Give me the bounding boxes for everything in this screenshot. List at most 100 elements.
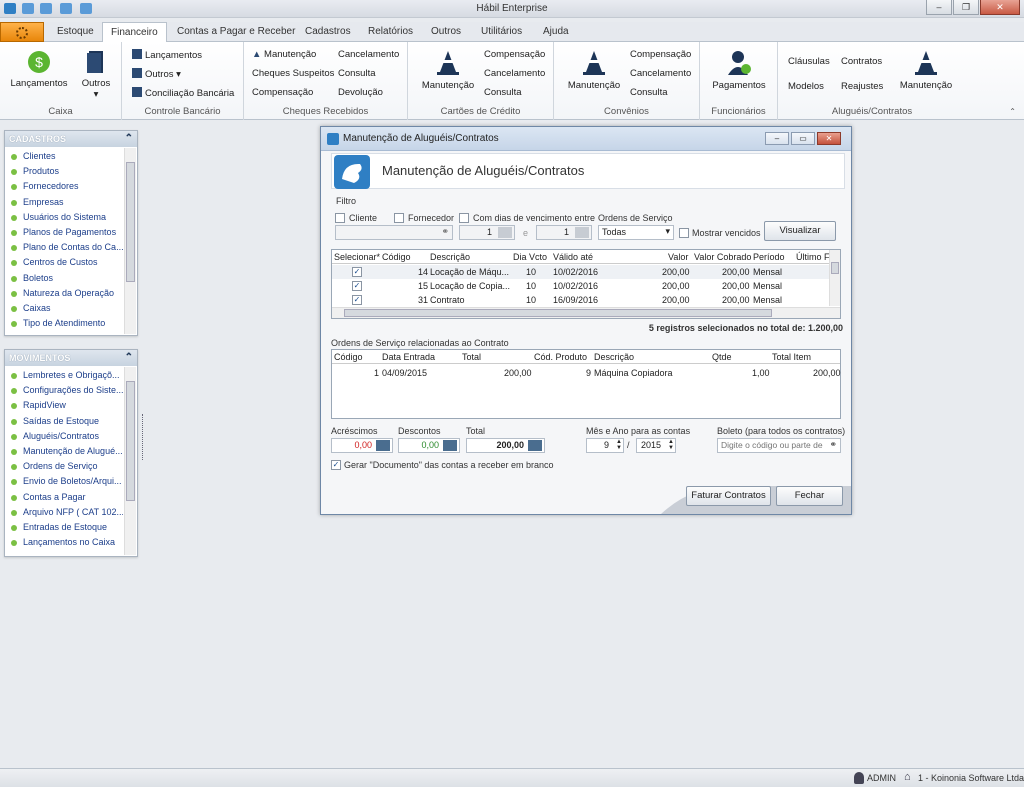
cheques-devolucao-button[interactable]: Devolução bbox=[338, 87, 383, 98]
list-item[interactable]: Lembretes e Obrigaçõ... bbox=[5, 368, 123, 383]
list-item[interactable]: Usuários do Sistema bbox=[5, 210, 123, 225]
tab-contas[interactable]: Contas a Pagar e Receber bbox=[174, 22, 298, 42]
column-header[interactable]: Qtde bbox=[712, 352, 732, 362]
conciliacao-bancaria-button[interactable]: Conciliação Bancária bbox=[132, 87, 234, 99]
cheques-compensacao-button[interactable]: Compensação bbox=[252, 87, 313, 98]
column-header[interactable]: Descrição bbox=[594, 352, 634, 362]
tab-utilitarios[interactable]: Utilitários bbox=[478, 22, 525, 42]
tab-ajuda[interactable]: Ajuda bbox=[540, 22, 572, 42]
list-item[interactable]: Envio de Boletos/Arqui... bbox=[5, 474, 123, 489]
column-header[interactable]: Código bbox=[334, 352, 363, 362]
column-header[interactable]: Valor bbox=[668, 252, 688, 262]
list-item[interactable]: Aluguéis/Contratos bbox=[5, 429, 123, 444]
list-item[interactable]: Natureza da Operação bbox=[5, 286, 123, 301]
tab-cadastros[interactable]: Cadastros bbox=[302, 22, 354, 42]
faturar-contratos-button[interactable]: Faturar Contratos bbox=[686, 486, 771, 506]
cliente-search-field[interactable]: ⚭ bbox=[335, 225, 453, 240]
visualizar-button[interactable]: Visualizar bbox=[764, 221, 836, 241]
cheques-manutencao-button[interactable]: ▲ Manutenção bbox=[252, 49, 316, 60]
column-header[interactable]: Cód. Produto bbox=[534, 352, 587, 362]
tab-outros[interactable]: Outros bbox=[428, 22, 464, 42]
ano-field[interactable]: 2015 ▲ ▼ bbox=[636, 438, 676, 453]
boleto-input[interactable] bbox=[721, 440, 823, 450]
tab-financeiro[interactable]: Financeiro bbox=[102, 22, 167, 43]
list-item[interactable]: Centros de Custos bbox=[5, 255, 123, 270]
list-item[interactable]: Ordens de Serviço bbox=[5, 459, 123, 474]
collapse-icon[interactable]: ⌃ bbox=[125, 131, 133, 147]
tab-estoque[interactable]: Estoque bbox=[54, 22, 97, 42]
list-item[interactable]: Configurações do Siste... bbox=[5, 383, 123, 398]
table-row[interactable]: 1 04/09/2015 200,00 9 Máquina Copiadora … bbox=[332, 366, 841, 380]
mes-field[interactable]: 9 ▲ ▼ bbox=[586, 438, 624, 453]
dia-de-field[interactable]: 1 bbox=[459, 225, 515, 240]
convenios-manutencao-button[interactable]: Manutenção bbox=[562, 50, 626, 91]
controle-outros-button[interactable]: Outros ▾ bbox=[132, 68, 181, 80]
cliente-checkbox[interactable] bbox=[335, 213, 345, 223]
dialog-close-button[interactable]: ✕ bbox=[817, 132, 841, 145]
contracts-hscroll[interactable] bbox=[332, 307, 840, 318]
caixa-lancamentos-button[interactable]: $ Lançamentos bbox=[8, 50, 70, 89]
application-menu-button[interactable] bbox=[0, 22, 44, 42]
com-dias-checkbox[interactable] bbox=[459, 213, 469, 223]
descontos-field[interactable]: 0,00 bbox=[398, 438, 460, 453]
dialog-minimize-button[interactable]: – bbox=[765, 132, 789, 145]
convenios-cancelamento-button[interactable]: Cancelamento bbox=[630, 68, 691, 79]
minimize-button[interactable]: – bbox=[926, 0, 952, 15]
column-header[interactable]: Descrição bbox=[430, 252, 470, 262]
movimentos-scrollbar[interactable] bbox=[124, 367, 136, 555]
list-item[interactable]: Entradas de Estoque bbox=[5, 520, 123, 535]
cheques-consulta-button[interactable]: Consulta bbox=[338, 68, 376, 79]
contracts-vscroll[interactable] bbox=[829, 250, 840, 306]
list-item[interactable]: Produtos bbox=[5, 164, 123, 179]
column-header[interactable]: Dia Vcto bbox=[513, 252, 547, 262]
tab-relatorios[interactable]: Relatórios bbox=[365, 22, 416, 42]
list-item[interactable]: Saídas de Estoque bbox=[5, 414, 123, 429]
fornecedor-checkbox[interactable] bbox=[394, 213, 404, 223]
close-button[interactable]: ✕ bbox=[980, 0, 1020, 15]
dia-ate-field[interactable]: 1 bbox=[536, 225, 592, 240]
calculator-icon[interactable] bbox=[528, 440, 542, 451]
column-header[interactable]: Período bbox=[753, 252, 785, 262]
list-item[interactable]: Arquivo NFP ( CAT 102... bbox=[5, 505, 123, 520]
column-header[interactable]: Data Entrada bbox=[382, 352, 435, 362]
cartoes-consulta-button[interactable]: Consulta bbox=[484, 87, 522, 98]
contratos-button[interactable]: Contratos bbox=[841, 56, 882, 67]
splitter-handle[interactable] bbox=[142, 414, 146, 460]
convenios-consulta-button[interactable]: Consulta bbox=[630, 87, 668, 98]
cheques-cancelamento-button[interactable]: Cancelamento bbox=[338, 49, 399, 60]
row-select-checkbox[interactable]: ✓ bbox=[352, 281, 362, 291]
column-header[interactable]: Selecionar* bbox=[334, 252, 380, 262]
caixa-outros-button[interactable]: Outros ▾ bbox=[76, 50, 116, 100]
column-header[interactable]: Válido até bbox=[553, 252, 593, 262]
column-header[interactable]: Valor Cobrado bbox=[694, 252, 751, 262]
calculator-icon[interactable] bbox=[376, 440, 390, 451]
row-select-checkbox[interactable]: ✓ bbox=[352, 267, 362, 277]
calculator-icon[interactable] bbox=[443, 440, 457, 451]
column-header[interactable]: Código bbox=[382, 252, 411, 262]
list-item[interactable]: Clientes bbox=[5, 149, 123, 164]
list-item[interactable]: Lançamentos no Caixa bbox=[5, 535, 123, 550]
list-item[interactable]: Tipo de Atendimento bbox=[5, 316, 123, 331]
table-row[interactable]: ✓ 14 Locação de Máqu... 10 10/02/2016 20… bbox=[332, 265, 830, 279]
collapse-ribbon-icon[interactable]: ⌃ bbox=[1009, 107, 1016, 116]
acrescimos-field[interactable]: 0,00 bbox=[331, 438, 393, 453]
cartoes-compensacao-button[interactable]: Compensação bbox=[484, 49, 545, 60]
spinner-icon[interactable]: ▲ ▼ bbox=[668, 439, 674, 451]
cadastros-header[interactable]: CADASTROS ⌃ bbox=[5, 131, 137, 147]
maximize-button[interactable]: ❐ bbox=[953, 0, 979, 15]
binoculars-icon[interactable]: ⚭ bbox=[829, 439, 837, 450]
movimentos-header[interactable]: MOVIMENTOS ⌃ bbox=[5, 350, 137, 366]
mostrar-vencidos-checkbox[interactable] bbox=[679, 228, 689, 238]
list-item[interactable]: Planos de Pagamentos bbox=[5, 225, 123, 240]
table-row[interactable]: ✓ 15 Locação de Copia... 10 10/02/2016 2… bbox=[332, 279, 830, 293]
modelos-button[interactable]: Modelos bbox=[788, 81, 824, 92]
reajustes-button[interactable]: Reajustes bbox=[841, 81, 883, 92]
gerar-documento-checkbox[interactable]: ✓ bbox=[331, 460, 341, 470]
list-item[interactable]: Plano de Contas do Ca... bbox=[5, 240, 123, 255]
list-item[interactable]: Manutenção de Alugué... bbox=[5, 444, 123, 459]
column-header[interactable]: Total Item bbox=[772, 352, 811, 362]
cartoes-manutencao-button[interactable]: Manutenção bbox=[416, 50, 480, 91]
calc-icon[interactable] bbox=[498, 227, 512, 238]
list-item[interactable]: Caixas bbox=[5, 301, 123, 316]
calc-icon[interactable] bbox=[575, 227, 589, 238]
